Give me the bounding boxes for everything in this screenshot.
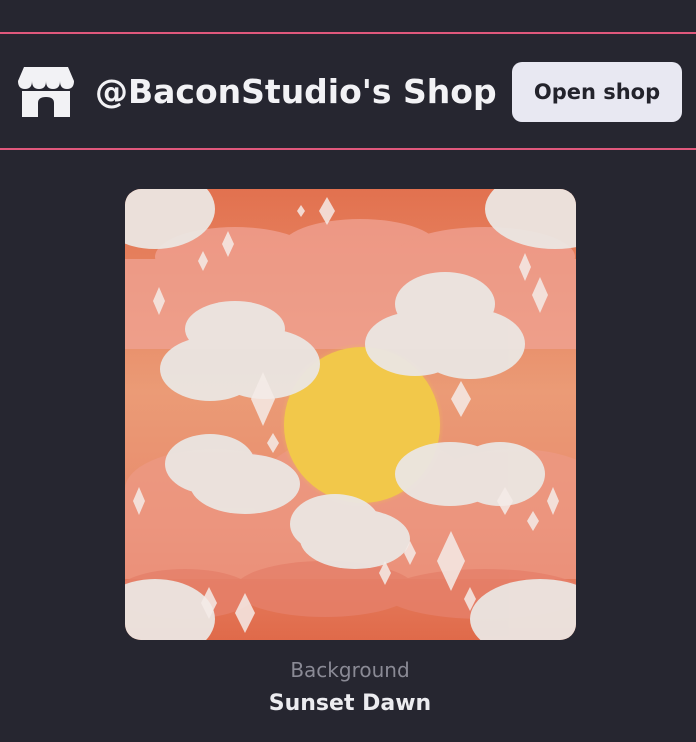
open-shop-button[interactable]: Open shop <box>512 62 682 122</box>
item-name: Sunset Dawn <box>268 691 432 716</box>
item-thumbnail[interactable] <box>125 189 576 640</box>
shop-header: @BaconStudio's Shop Open shop <box>0 32 696 150</box>
shop-page: @BaconStudio's Shop Open shop Background… <box>0 0 696 742</box>
store-icon <box>18 67 74 117</box>
item-category: Background <box>290 658 410 682</box>
shop-title: @BaconStudio's Shop <box>95 72 497 111</box>
